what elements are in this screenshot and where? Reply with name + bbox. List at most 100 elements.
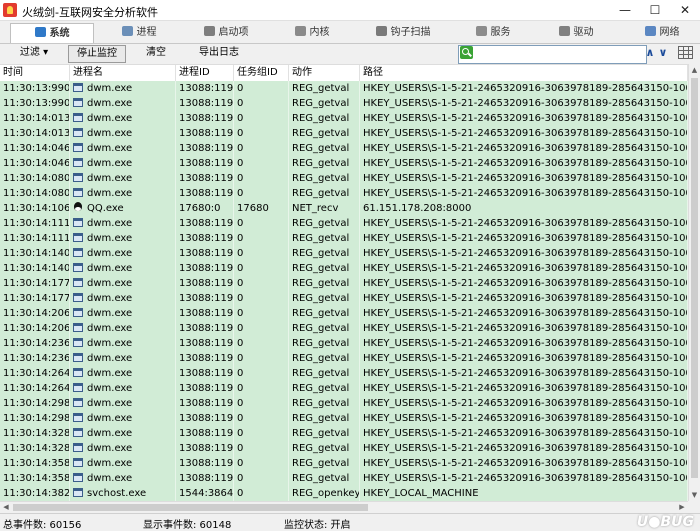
table-row[interactable]: 11:30:14:140 dwm.exe 13088:119880REG_getva… xyxy=(0,261,688,276)
maximize-button[interactable]: ☐ xyxy=(640,0,670,20)
process-name: dwm.exe xyxy=(87,113,133,124)
cell-path: HKEY_USERS\S-1-5-21-2465320916-306397818… xyxy=(360,141,688,156)
tab-2[interactable]: 启动项 xyxy=(185,23,267,42)
cell-task-group: 0 xyxy=(234,96,289,111)
cell-path: HKEY_USERS\S-1-5-21-2465320916-306397818… xyxy=(360,441,688,456)
column-header-process[interactable]: 进程名 xyxy=(70,65,176,81)
table-row[interactable]: 11:30:14:236 dwm.exe 13088:119880REG_getva… xyxy=(0,336,688,351)
tab-3[interactable]: 内核 xyxy=(270,23,354,42)
table-row[interactable]: 11:30:14:177 dwm.exe 13088:119880REG_getva… xyxy=(0,276,688,291)
cell-process: dwm.exe xyxy=(70,321,176,336)
cell-path: HKEY_USERS\S-1-5-21-2465320916-306397818… xyxy=(360,456,688,471)
tab-1[interactable]: 进程 xyxy=(101,23,177,42)
cell-path: HKEY_USERS\S-1-5-21-2465320916-306397818… xyxy=(360,156,688,171)
column-settings-icon[interactable] xyxy=(678,46,693,59)
cell-task-group: 0 xyxy=(234,471,289,486)
clear-button[interactable]: 清空 xyxy=(141,45,171,61)
cell-pid: 13088:11988 xyxy=(176,186,234,201)
table-row[interactable]: 11:30:14:236 dwm.exe 13088:119880REG_getva… xyxy=(0,351,688,366)
horizontal-scrollbar[interactable]: ◀ ▶ xyxy=(0,501,688,513)
cell-pid: 13088:11988 xyxy=(176,396,234,411)
table-row[interactable]: 11:30:14:206 dwm.exe 13088:119880REG_getva… xyxy=(0,306,688,321)
table-row[interactable]: 11:30:13:990 dwm.exe 13088:119880REG_getva… xyxy=(0,81,688,96)
cell-time: 11:30:14:264 xyxy=(0,366,70,381)
tab-7[interactable]: 网络 xyxy=(620,23,700,42)
tab-5[interactable]: 服务 xyxy=(454,23,532,42)
table-row[interactable]: 11:30:14:046 dwm.exe 13088:119880REG_getva… xyxy=(0,141,688,156)
table-row[interactable]: 11:30:14:328 dwm.exe 13088:119880REG_getva… xyxy=(0,426,688,441)
search-prev-button[interactable]: ∧ xyxy=(644,45,656,60)
column-header-pid[interactable]: 进程ID xyxy=(176,65,234,81)
horizontal-scroll-thumb[interactable] xyxy=(13,504,368,511)
cell-pid: 13088:11988 xyxy=(176,426,234,441)
table-row[interactable]: 11:30:14:264 dwm.exe 13088:119880REG_getva… xyxy=(0,381,688,396)
table-row[interactable]: 11:30:14:358 dwm.exe 13088:119880REG_getva… xyxy=(0,456,688,471)
cell-task-group: 0 xyxy=(234,261,289,276)
tab-label: 系统 xyxy=(49,28,70,39)
tab-6[interactable]: 驱动 xyxy=(534,23,618,42)
cell-pid: 13088:11988 xyxy=(176,261,234,276)
search-icon xyxy=(460,46,473,59)
column-header-task-group[interactable]: 任务组ID xyxy=(234,65,289,81)
table-row[interactable]: 11:30:14:177 dwm.exe 13088:119880REG_getva… xyxy=(0,291,688,306)
table-row[interactable]: 11:30:14:111 dwm.exe 13088:119880REG_getva… xyxy=(0,231,688,246)
cell-task-group: 0 xyxy=(234,81,289,96)
minimize-button[interactable]: — xyxy=(610,0,640,20)
column-header-time[interactable]: 时间 xyxy=(0,65,70,81)
table-row[interactable]: 11:30:14:106 QQ.exe 17680:0 17680 NET_recv 61… xyxy=(0,201,688,216)
cell-pid: 17680:0 xyxy=(176,201,234,216)
cell-task-group: 0 xyxy=(234,111,289,126)
filter-button[interactable]: 过滤 ▾ xyxy=(14,45,54,61)
tab-0[interactable]: 系统 xyxy=(10,23,94,43)
event-list[interactable]: 11:30:13:990dwm.exe13088:119880REG_getva… xyxy=(0,81,688,501)
search-next-button[interactable]: ∨ xyxy=(657,45,669,60)
table-row[interactable]: 11:30:14:080 dwm.exe 13088:119880REG_getva… xyxy=(0,186,688,201)
cell-pid: 13088:11988 xyxy=(176,471,234,486)
table-row[interactable]: 11:30:14:013 dwm.exe 13088:119880REG_getva… xyxy=(0,111,688,126)
cell-task-group: 0 xyxy=(234,441,289,456)
process-name: dwm.exe xyxy=(87,278,133,289)
table-row[interactable]: 11:30:14:298 dwm.exe 13088:119880REG_getva… xyxy=(0,411,688,426)
cell-task-group: 0 xyxy=(234,486,289,501)
table-row[interactable]: 11:30:14:298 dwm.exe 13088:119880REG_getva… xyxy=(0,396,688,411)
cell-time: 11:30:14:236 xyxy=(0,336,70,351)
cell-time: 11:30:14:046 xyxy=(0,141,70,156)
column-header-path[interactable]: 路径 xyxy=(360,65,688,81)
cell-time: 11:30:14:140 xyxy=(0,261,70,276)
total-events-count: 总事件数: 60156 xyxy=(3,520,82,531)
scroll-up-arrow-icon[interactable]: ▲ xyxy=(689,64,700,76)
cell-time: 11:30:14:206 xyxy=(0,306,70,321)
search-input[interactable] xyxy=(458,45,647,64)
window-title: 火绒剑-互联网安全分析软件 xyxy=(22,6,158,19)
close-button[interactable]: ✕ xyxy=(670,0,700,20)
cell-process: dwm.exe xyxy=(70,291,176,306)
table-row[interactable]: 11:30:14:046 dwm.exe 13088:119880REG_getva… xyxy=(0,156,688,171)
scroll-left-arrow-icon[interactable]: ◀ xyxy=(0,502,12,513)
scroll-down-arrow-icon[interactable]: ▼ xyxy=(689,489,700,501)
table-row[interactable]: 11:30:14:013 dwm.exe 13088:119880REG_getva… xyxy=(0,126,688,141)
table-row[interactable]: 11:30:14:358 dwm.exe 13088:119880REG_getva… xyxy=(0,471,688,486)
process-window-icon xyxy=(73,308,83,317)
table-row[interactable]: 11:30:14:264 dwm.exe 13088:119880REG_getva… xyxy=(0,366,688,381)
export-log-button[interactable]: 导出日志 xyxy=(196,45,242,61)
cell-process: dwm.exe xyxy=(70,396,176,411)
table-row[interactable]: 11:30:13:990 dwm.exe 13088:119880REG_getva… xyxy=(0,96,688,111)
table-row[interactable]: 11:30:14:080 dwm.exe 13088:119880REG_getva… xyxy=(0,171,688,186)
table-row[interactable]: 11:30:14:111 dwm.exe 13088:119880REG_getva… xyxy=(0,216,688,231)
table-row[interactable]: 11:30:14:140 dwm.exe 13088:119880REG_getva… xyxy=(0,246,688,261)
table-row[interactable]: 11:30:14:382 svchost.exe 1544:3864 0 REG_ope… xyxy=(0,486,688,501)
table-row[interactable]: 11:30:14:206 dwm.exe 13088:119880REG_getva… xyxy=(0,321,688,336)
table-row[interactable]: 11:30:14:328 dwm.exe 13088:119880REG_getva… xyxy=(0,441,688,456)
stop-monitor-button[interactable]: 停止监控 xyxy=(68,45,126,63)
vertical-scrollbar[interactable]: ▲ ▼ xyxy=(688,64,700,501)
cell-action: REG_getval xyxy=(289,291,360,306)
cell-process: dwm.exe xyxy=(70,276,176,291)
column-header-action[interactable]: 动作 xyxy=(289,65,360,81)
process-name: dwm.exe xyxy=(87,98,133,109)
scroll-right-arrow-icon[interactable]: ▶ xyxy=(676,502,688,513)
process-name: dwm.exe xyxy=(87,128,133,139)
vertical-scroll-thumb[interactable] xyxy=(691,78,698,478)
tab-4[interactable]: 钩子扫描 xyxy=(356,23,450,42)
cell-pid: 13088:11988 xyxy=(176,441,234,456)
process-name: svchost.exe xyxy=(87,488,147,499)
